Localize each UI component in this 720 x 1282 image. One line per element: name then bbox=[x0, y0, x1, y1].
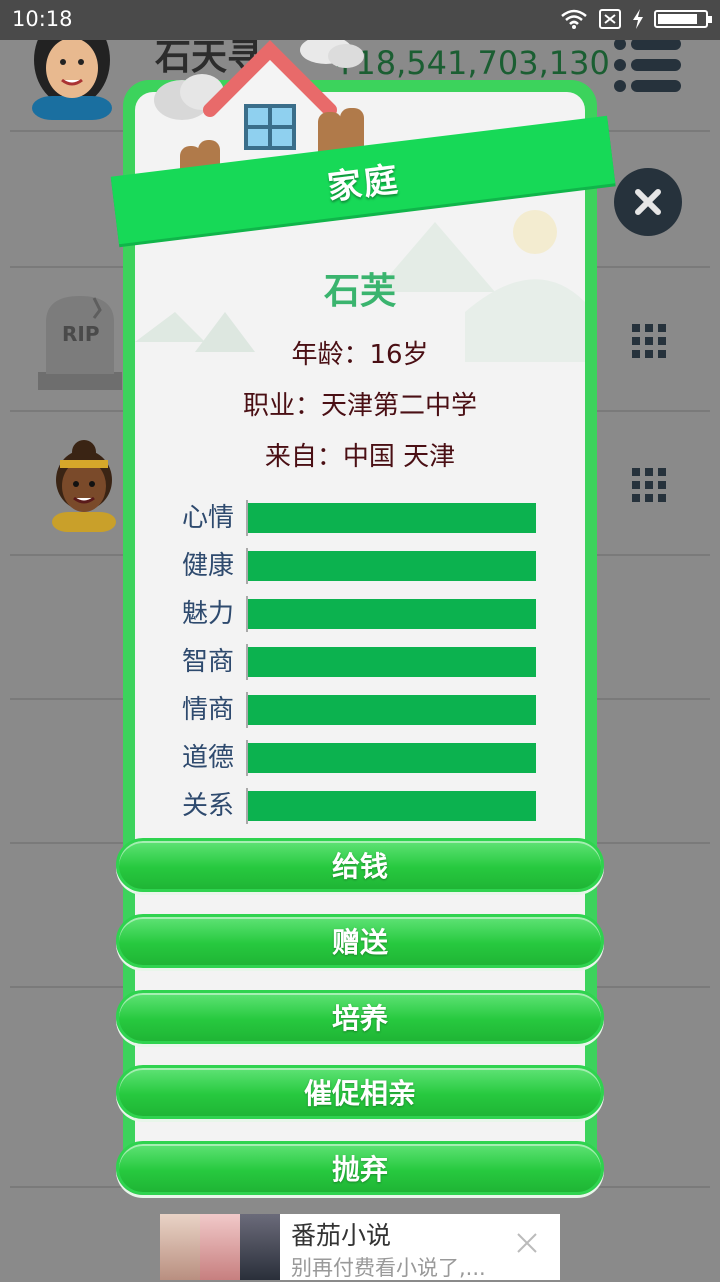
nurture-button[interactable]: 培养 bbox=[116, 990, 604, 1044]
stat-label: 心情 bbox=[182, 503, 235, 533]
ad-thumbnail bbox=[240, 1214, 280, 1280]
person-name: 石芙 bbox=[323, 271, 396, 312]
status-time: 10:18 bbox=[12, 7, 73, 31]
stat-bar-fill bbox=[248, 743, 536, 773]
dialog-title: 家庭 bbox=[325, 159, 402, 208]
wifi-icon bbox=[561, 9, 587, 29]
gift-button[interactable]: 赠送 bbox=[116, 914, 604, 968]
grid-menu-icon[interactable] bbox=[632, 468, 666, 502]
close-icon bbox=[635, 189, 661, 215]
charging-icon bbox=[633, 9, 643, 29]
urge-blind-date-button[interactable]: 催促相亲 bbox=[116, 1065, 604, 1119]
ad-thumbnail bbox=[200, 1214, 240, 1280]
stat-bar-fill bbox=[248, 503, 536, 533]
stat-label: 智商 bbox=[182, 647, 235, 677]
grid-menu-icon[interactable] bbox=[632, 324, 666, 358]
battery-icon bbox=[654, 10, 712, 28]
stat-bar-track bbox=[246, 548, 536, 584]
ad-banner[interactable]: 番茄小说 别再付费看小说了,... bbox=[160, 1214, 560, 1280]
family-avatar bbox=[52, 440, 116, 532]
stat-bar-track bbox=[246, 692, 536, 728]
stat-bar-fill bbox=[248, 647, 536, 677]
give-money-button[interactable]: 给钱 bbox=[116, 838, 604, 892]
ad-close-icon[interactable] bbox=[516, 1232, 538, 1254]
stat-bar-fill bbox=[248, 695, 536, 725]
tombstone-text: RIP bbox=[62, 322, 100, 346]
ad-thumbnail bbox=[160, 1214, 200, 1280]
close-button[interactable] bbox=[614, 168, 682, 236]
person-job: 职业：天津第二中学 bbox=[242, 391, 477, 421]
stat-label: 道德 bbox=[182, 743, 235, 773]
status-bar: 10:18 bbox=[0, 0, 720, 40]
stat-label: 情商 bbox=[182, 695, 235, 725]
stat-bar-fill bbox=[248, 551, 536, 581]
stat-label: 关系 bbox=[182, 791, 235, 821]
abandon-button[interactable]: 抛弃 bbox=[116, 1141, 604, 1195]
stat-bar-track bbox=[246, 740, 536, 776]
stat-label: 魅力 bbox=[182, 599, 235, 629]
ad-thumbnails bbox=[160, 1214, 280, 1280]
stat-bar-fill bbox=[248, 599, 536, 629]
stat-bar-fill bbox=[248, 791, 536, 821]
ad-title: 番茄小说 bbox=[291, 1221, 392, 1250]
person-age: 年龄：16岁 bbox=[291, 340, 429, 370]
sim-card-icon bbox=[599, 9, 621, 29]
menu-icon[interactable] bbox=[613, 36, 683, 94]
stat-bar-track bbox=[246, 500, 536, 536]
status-icons bbox=[560, 8, 712, 30]
ad-subtitle: 别再付费看小说了,... bbox=[291, 1256, 486, 1280]
stat-bar-track bbox=[246, 788, 536, 824]
battery-fill bbox=[658, 14, 697, 24]
stat-bar-track bbox=[246, 596, 536, 632]
stat-bar-track bbox=[246, 644, 536, 680]
stat-label: 健康 bbox=[182, 551, 235, 581]
person-origin: 来自：中国 天津 bbox=[264, 442, 456, 472]
